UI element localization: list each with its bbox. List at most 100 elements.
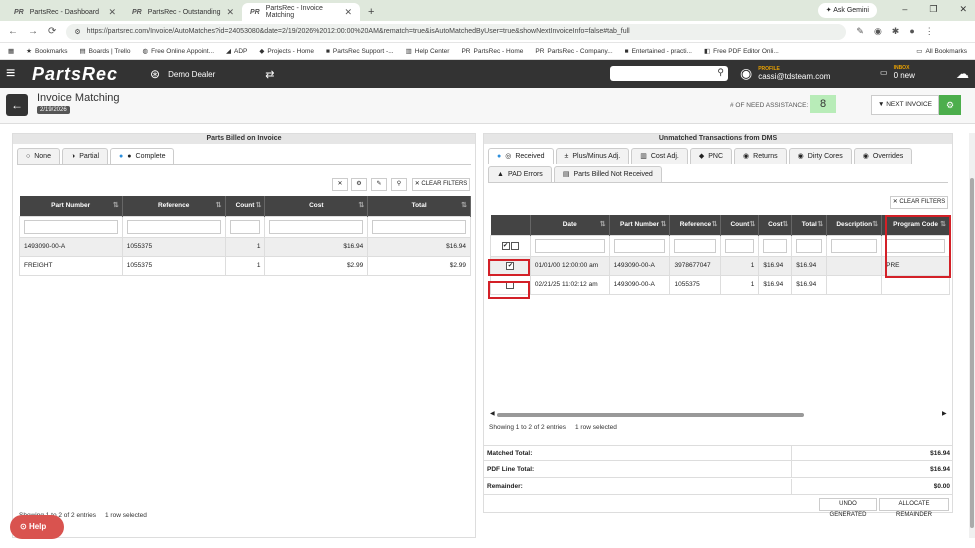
close-icon[interactable]: ✕: [226, 7, 234, 18]
col-cost[interactable]: Cost ⇅: [758, 215, 793, 235]
left-clear-filters-button[interactable]: ✕ CLEAR FILTERS: [412, 178, 470, 191]
browser-tab-dashboard[interactable]: PR PartsRec - Dashboard ✕: [6, 3, 124, 21]
table-row[interactable]: FREIGHT 1055375 1 $2.99 $2.99: [19, 255, 471, 276]
back-arrow-icon[interactable]: ←: [8, 26, 18, 37]
help-button[interactable]: ⊙ Help: [10, 515, 64, 539]
switch-dealer-icon[interactable]: ⇄: [265, 68, 274, 81]
tab-overrides[interactable]: ◉ Overrides: [853, 148, 913, 164]
restore-icon[interactable]: ❐: [929, 4, 937, 15]
col-date[interactable]: Date ⇅: [530, 215, 610, 235]
col-reference[interactable]: Reference ⇅: [122, 196, 226, 216]
bookmark-1[interactable]: ▤ Boards | Trello: [80, 47, 131, 56]
right-clear-filters-button[interactable]: ✕ CLEAR FILTERS: [890, 196, 948, 209]
col-total[interactable]: Total ⇅: [367, 196, 471, 216]
bookmark-5[interactable]: ■ PartsRec Support -...: [326, 48, 394, 55]
next-invoice-go-button[interactable]: ⚙: [939, 95, 961, 115]
horizontal-scrollbar[interactable]: [497, 413, 804, 417]
tab-cost-adj[interactable]: ▥ Cost Adj.: [631, 148, 688, 164]
pen-extension-icon[interactable]: ✎: [856, 26, 864, 37]
col-count[interactable]: Count ⇅: [225, 196, 266, 216]
table-row[interactable]: 1493090-00-A 1055375 1 $16.94 $16.94: [19, 236, 471, 257]
col-count[interactable]: Count ⇅: [720, 215, 760, 235]
puzzle-extension-icon[interactable]: ✱: [892, 26, 900, 37]
dealer-selector[interactable]: ⊛ Demo Dealer: [150, 67, 215, 81]
ask-gemini-button[interactable]: ✦ Ask Gemini: [817, 3, 877, 18]
select-all-checked-checkbox[interactable]: ✔: [501, 241, 510, 250]
tab-pad-errors[interactable]: ▲ PAD Errors: [488, 166, 552, 182]
cloud-upload-icon[interactable]: ☁: [956, 66, 969, 82]
tab-partial[interactable]: ◑ Partial: [61, 148, 109, 164]
filter-total-input[interactable]: [796, 238, 823, 253]
bookmark-3[interactable]: ◢ ADP: [226, 47, 247, 56]
bookmark-10[interactable]: ◧ Free PDF Editor Onli...: [704, 47, 779, 56]
scroll-right-icon[interactable]: ▶: [942, 410, 947, 417]
tab-dirty-cores[interactable]: ◉ Dirty Cores: [788, 148, 852, 164]
inbox-menu[interactable]: ▭ INBOX 0 new: [880, 65, 915, 80]
bookmark-4[interactable]: ◆ Projects - Home: [259, 47, 314, 56]
circle-extension-icon[interactable]: ◉: [874, 26, 882, 37]
select-none-checkbox[interactable]: [511, 241, 520, 250]
close-window-icon[interactable]: ✕: [959, 4, 967, 15]
edit-button[interactable]: ✎: [371, 178, 387, 191]
browser-tab-outstanding[interactable]: PR PartsRec - Outstanding ✕: [124, 3, 242, 21]
tab-received[interactable]: ● ◎ Received: [488, 148, 554, 164]
url-input[interactable]: ⚙ https://partsrec.com/Invoice/AutoMatche…: [66, 23, 847, 40]
filter-part-number-input[interactable]: [613, 238, 666, 253]
col-total[interactable]: Total ⇅: [791, 215, 828, 235]
bookmark-2[interactable]: ◍ Free Online Appoint...: [142, 47, 214, 56]
scroll-thumb[interactable]: [970, 178, 974, 528]
minimize-icon[interactable]: –: [902, 4, 907, 15]
tab-none[interactable]: ○ None: [17, 148, 60, 164]
tab-complete[interactable]: ● ● Complete: [110, 148, 175, 164]
all-bookmarks[interactable]: ▭ All Bookmarks: [916, 47, 967, 56]
undo-generated-button[interactable]: UNDO GENERATED: [819, 498, 877, 518]
filter-cost-input[interactable]: [763, 238, 788, 253]
bookmark-9[interactable]: ■ Entertained - practi...: [625, 48, 692, 55]
close-icon[interactable]: ✕: [344, 7, 352, 18]
filter-cost-input[interactable]: [269, 219, 364, 234]
filter-part-number-input[interactable]: [24, 219, 118, 234]
close-icon[interactable]: ✕: [108, 7, 116, 18]
bookmark-0[interactable]: ★ Bookmarks: [26, 47, 67, 56]
filter-date-input[interactable]: [534, 238, 605, 253]
filter-reference-input[interactable]: [126, 219, 221, 234]
table-row[interactable]: 02/21/25 11:02:12 am 1493090-00-A 105537…: [490, 274, 950, 295]
forward-arrow-icon[interactable]: →: [28, 26, 38, 37]
reload-icon[interactable]: ⟳: [48, 26, 56, 37]
tab-parts-billed-not-received[interactable]: ▤ Parts Billed Not Received: [553, 166, 662, 182]
filter-total-input[interactable]: [372, 219, 466, 234]
new-tab-plus-icon[interactable]: +: [368, 3, 374, 21]
col-cost[interactable]: Cost ⇅: [264, 196, 369, 216]
settings-gear-button[interactable]: ⚙: [351, 178, 367, 191]
scroll-left-icon[interactable]: ◀: [490, 410, 495, 417]
search-button[interactable]: ⚲: [391, 178, 407, 191]
back-button[interactable]: ←: [6, 94, 28, 116]
page-vertical-scrollbar[interactable]: [969, 133, 975, 538]
next-invoice-button[interactable]: ▼ NEXT INVOICE: [871, 95, 939, 115]
filter-description-input[interactable]: [831, 238, 878, 253]
col-part-number[interactable]: Part Number ⇅: [609, 215, 671, 235]
tab-pnc[interactable]: ◆ PNC: [689, 148, 733, 164]
filter-count-input[interactable]: [725, 238, 755, 253]
table-row[interactable]: ✔ 01/01/00 12:00:00 am 1493090-00-A 3978…: [490, 255, 950, 276]
hamburger-menu-icon[interactable]: ≡: [6, 65, 28, 83]
site-info-icon[interactable]: ⚙: [74, 28, 80, 36]
tab-plus-minus[interactable]: ± Plus/Minus Adj.: [555, 148, 630, 164]
col-reference[interactable]: Reference ⇅: [669, 215, 722, 235]
browser-tab-invoice-matching[interactable]: PR PartsRec - Invoice Matching ✕: [242, 3, 360, 21]
search-icon[interactable]: ⚲: [717, 67, 724, 78]
bookmark-7[interactable]: PR PartsRec - Home: [461, 48, 523, 55]
bookmark-6[interactable]: ▥ Help Center: [406, 47, 450, 56]
menu-dots-icon[interactable]: ⋮: [925, 26, 934, 37]
col-description[interactable]: Description ⇅: [826, 215, 883, 235]
filter-reference-input[interactable]: [674, 238, 717, 253]
app-search-input[interactable]: ⚲: [610, 66, 728, 81]
tab-returns[interactable]: ◉ Returns: [734, 148, 787, 164]
col-part-number[interactable]: Part Number ⇅: [19, 196, 123, 216]
allocate-remainder-button[interactable]: ALLOCATE REMAINDER: [879, 498, 949, 518]
apps-grid-icon[interactable]: ▦: [8, 47, 14, 55]
profile-menu[interactable]: ◉ PROFILE cassi@tdsteam.com: [740, 65, 830, 82]
clear-x-button[interactable]: ✕: [332, 178, 348, 191]
profile-avatar-icon[interactable]: ●: [909, 26, 914, 37]
filter-count-input[interactable]: [229, 219, 261, 234]
